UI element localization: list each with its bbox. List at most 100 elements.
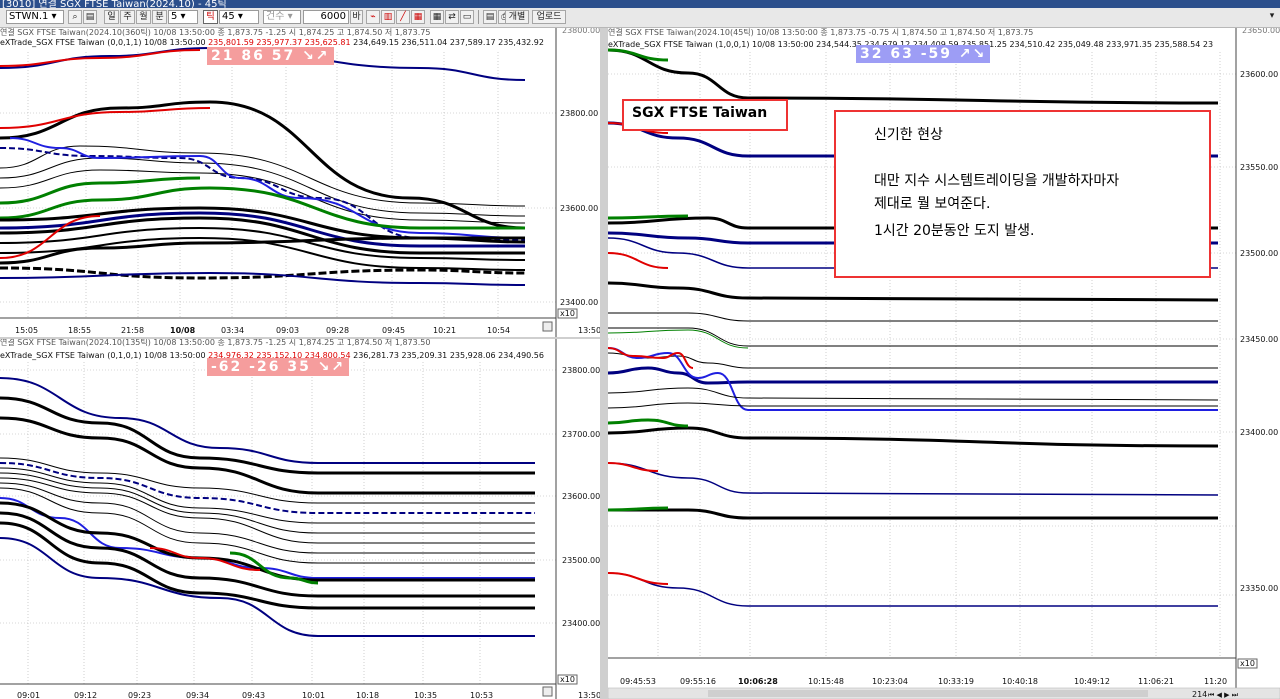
x-axis-tick-label: 09:45	[382, 326, 405, 335]
scroll-nav-buttons: ⏮ ◀ ▶ ⏭	[1208, 691, 1239, 699]
y-axis-tick-label: 23800.00	[562, 366, 600, 375]
indicator-line	[608, 312, 1218, 322]
minute-select[interactable]: 5 ▾	[168, 10, 198, 24]
period-minute-button[interactable]: 분	[152, 10, 167, 24]
panel-header-prefix: eXTrade_SGX FTSE Taiwan (1,0,0,1) 10/08 …	[608, 40, 817, 49]
upload-button[interactable]: 업로드	[532, 10, 566, 24]
indicator-line	[608, 462, 1219, 496]
chart-canvas-bottom-left[interactable]: 23800.00 23700.00 23600.00 23500.00 23400.00…	[0, 338, 600, 699]
y-axis-tick-label: 23600.00	[562, 492, 600, 501]
x-axis-tick-label: 10:33:19	[938, 677, 974, 686]
layout-icon[interactable]: ▤	[483, 10, 497, 24]
count-unit-label: 바	[350, 10, 363, 24]
x-axis-tick-label: 10:40:18	[1002, 677, 1038, 686]
y-axis-tick-label: 23600.00	[560, 204, 598, 213]
indicator-line	[608, 462, 659, 472]
x-axis-tick-label: 21:58	[121, 326, 144, 335]
window-title: [3010] 연결 SGX FTSE Taiwan(2024.10) - 45틱	[2, 0, 227, 8]
price-line	[0, 497, 535, 579]
indicator-line	[0, 271, 526, 286]
period-month-button[interactable]: 월	[136, 10, 151, 24]
panel-splitter-horizontal[interactable]	[0, 337, 600, 339]
indicator-line	[608, 418, 689, 428]
x-axis-tick-label: 10:21	[433, 326, 456, 335]
indicator-line	[0, 49, 201, 67]
chart-canvas-top-left[interactable]: 23800.00 23600.00 23400.00 23800.00 15:05 18:…	[0, 28, 600, 337]
tick-select[interactable]: 45 ▾	[219, 10, 259, 24]
indicator-line	[608, 48, 669, 62]
edit-icon	[542, 321, 553, 332]
save-icon[interactable]: ▭	[460, 10, 474, 24]
panel-splitter-vertical[interactable]	[600, 28, 608, 699]
x-axis-tick-label: 09:34	[186, 691, 209, 699]
indicator-line	[0, 157, 526, 217]
y-axis-tick-label: 23400.00	[562, 619, 600, 628]
indicator-line	[608, 572, 669, 585]
y-axis-tick-label: 23500.00	[1240, 249, 1278, 258]
x-axis-tick-label: 10:23:04	[872, 677, 908, 686]
y-axis-tick-label: 23700.00	[562, 430, 600, 439]
x-axis-tick-label: 10:06:28	[738, 677, 778, 686]
y-axis-tick-label: 23400.00	[560, 298, 598, 307]
minute-value: 5	[171, 11, 178, 22]
x-axis-tick-label: 15:05	[15, 326, 38, 335]
count-input[interactable]: 6000	[303, 10, 349, 24]
scale-label: x10	[1240, 659, 1255, 668]
chart-panel-top-left: 23800.00 23600.00 23400.00 23800.00 15:05 18:…	[0, 28, 600, 337]
x-axis-tick-label: 10:01	[302, 691, 325, 699]
signal-badge: -62 -26 35 ↘↗	[207, 358, 350, 376]
panel-header-prefix: eXTrade_SGX FTSE Taiwan (0,0,1,1) 10/08 …	[0, 38, 209, 47]
edit-icon	[542, 686, 553, 697]
instrument-label-box: SGX FTSE Taiwan	[622, 99, 788, 131]
annotation-line-2: 제대로 뭘 보여준다.	[874, 196, 991, 212]
symbol-select[interactable]: STWN.1 ▾	[6, 10, 64, 24]
arrow-icon[interactable]: ⇄	[445, 10, 459, 24]
x-axis-tick-label: 11:20	[1204, 677, 1227, 686]
x-axis-tick-label: 09:23	[128, 691, 151, 699]
grid-icon[interactable]: ▦	[430, 10, 444, 24]
scale-label: x10	[560, 675, 575, 684]
count-combo[interactable]: 건수 ▾	[263, 10, 301, 24]
panel-header-rest: 236,281.73 235,209.31 235,928.06 234,490…	[350, 351, 544, 360]
toolbar-menu-icon[interactable]: ▾	[1266, 10, 1278, 24]
bar-chart-icon[interactable]: ▥	[381, 10, 395, 24]
indicator-icon[interactable]: ▦	[411, 10, 425, 24]
indicator-line	[608, 508, 1218, 520]
period-week-button[interactable]: 주	[120, 10, 135, 24]
panel-header-red: 235,801.59 235,977.37 235,625.81	[208, 38, 351, 47]
x-axis-tick-label: 10:35	[414, 691, 437, 699]
window-titlebar: [3010] 연결 SGX FTSE Taiwan(2024.10) - 45틱	[0, 0, 1280, 8]
annotation-line-3: 1시간 20분동안 도지 발생.	[874, 223, 1035, 239]
signal-badge: 21 86 57 ↘↗	[207, 47, 334, 65]
indicator-line	[608, 352, 1218, 369]
line-chart-icon[interactable]: ╱	[396, 10, 410, 24]
y-axis-tick-label: 23800.00	[562, 28, 600, 35]
tick-button[interactable]: 틱	[203, 10, 218, 24]
indicator-line	[608, 572, 1218, 607]
x-axis-tick-label: 10:18	[356, 691, 379, 699]
panel-prev-header: 연결 SGX FTSE Taiwan(2024.10(360틱) 10/08 1…	[0, 28, 431, 37]
indicator-line	[608, 252, 669, 269]
indicator-line	[608, 366, 1218, 385]
symbol-value: STWN.1	[9, 11, 49, 22]
y-axis-tick-label: 23600.00	[1240, 70, 1278, 79]
y-axis-tick-label: 23500.00	[562, 556, 600, 565]
y-axis-tick-label: 23550.00	[1240, 163, 1278, 172]
signal-badge: 32 63 -59 ↗↘	[856, 45, 991, 63]
mode-button[interactable]: 개별	[505, 10, 529, 24]
candle-icon[interactable]: ⌁	[366, 10, 380, 24]
chart-panel-bottom-left: 23800.00 23700.00 23600.00 23500.00 23400.00…	[0, 338, 600, 699]
zoom-icon[interactable]: ▤	[83, 10, 97, 24]
x-axis-tick-label: 09:03	[276, 326, 299, 335]
period-day-button[interactable]: 일	[104, 10, 119, 24]
toolbar-separator	[478, 10, 479, 24]
x-axis-tick-label: 09:55:16	[680, 677, 716, 686]
corner-time-label: 13:50	[578, 691, 600, 699]
indicator-line	[608, 402, 1218, 409]
x-axis-tick-label: 18:55	[68, 326, 91, 335]
corner-time-label: 13:50	[578, 326, 600, 335]
x-axis-tick-label: 09:01	[17, 691, 40, 699]
search-icon[interactable]: ⌕	[68, 10, 82, 24]
indicator-line	[608, 387, 1219, 401]
indicator-line	[608, 281, 1219, 302]
